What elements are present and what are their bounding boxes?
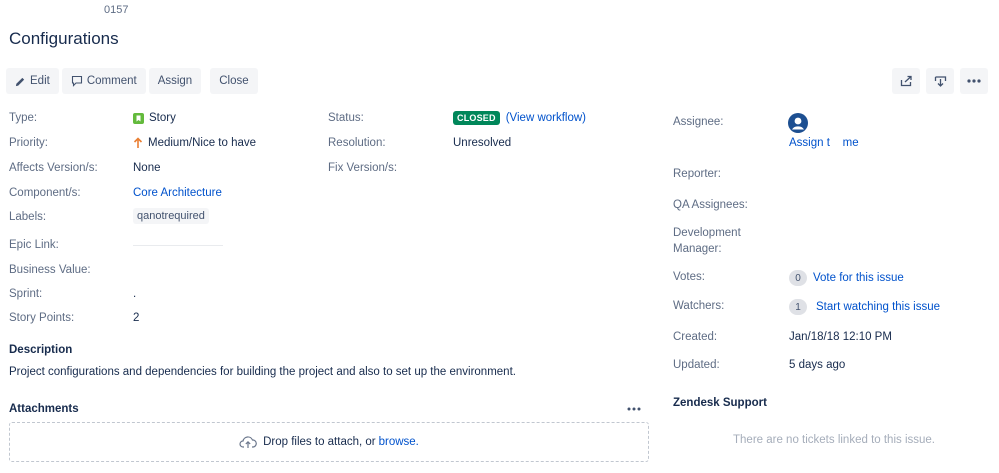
resolution-label: Resolution: [328,137,386,149]
description-text[interactable]: Project configurations and dependencies … [9,366,516,378]
watchers-label: Watchers: [673,300,725,312]
drop-text: Drop files to attach, or [263,436,376,448]
sprint-label: Sprint: [9,288,43,300]
status-lozenge: CLOSED [453,111,500,125]
comment-icon [71,75,82,87]
view-workflow-link[interactable]: (View workflow) [506,112,586,124]
sprint-value: . [133,288,137,300]
redacted-epic-link [133,245,223,246]
votes-count-badge: 0 [789,270,807,286]
more-icon [967,79,981,83]
status-value: CLOSED (View workflow) [453,111,586,125]
priority-text: Medium/Nice to have [148,137,257,149]
priority-value: Medium/Nice to have [133,137,256,149]
qa-assignees-label: QA Assignees: [673,199,748,211]
description-heading: Description [9,344,73,356]
updated-value: 5 days ago [789,359,846,371]
comment-button[interactable]: Comment [61,68,146,94]
affects-version-value: None [133,162,161,174]
avatar-icon [788,113,808,133]
issue-key[interactable]: 0157 [104,4,128,16]
component-label: Component/s: [9,187,81,199]
labels-value: qanotrequired [133,208,209,224]
comment-label: Comment [86,75,137,87]
assign-to-me-link[interactable]: Assign t me [789,137,859,149]
watchers-count-badge: 1 [789,299,807,315]
zendesk-heading: Zendesk Support [673,397,767,409]
cloud-upload-icon [239,436,257,448]
share-icon [900,75,912,87]
resolution-value: Unresolved [453,137,512,149]
assign-button[interactable]: Assign [148,68,202,94]
issue-title: Configurations [9,29,119,48]
labels-label: Labels: [9,211,47,223]
vote-link[interactable]: Vote for this issue [813,272,904,284]
reporter-label: Reporter: [673,168,721,180]
more-actions-button[interactable] [960,68,988,94]
attachments-heading: Attachments [9,403,79,415]
votes-value: 0 Vote for this issue [789,270,904,286]
zendesk-empty-message: There are no tickets linked to this issu… [733,434,935,446]
watchers-value: 1 Start watching this issue [789,299,940,315]
fix-version-label: Fix Version/s: [328,162,398,174]
browse-link[interactable]: browse. [379,436,419,448]
attachments-more-icon[interactable] [627,407,641,411]
share-button[interactable] [892,68,920,94]
export-icon [934,75,946,87]
updated-label: Updated: [673,359,720,371]
assign-label: Assign [157,75,193,87]
component-link[interactable]: Core Architecture [133,187,222,199]
attachment-dropzone[interactable]: Drop files to attach, or browse. [9,422,649,462]
type-label: Type: [9,112,38,124]
story-points-value: 2 [133,312,140,324]
business-value-label: Business Value: [9,264,91,276]
votes-label: Votes: [673,271,705,283]
edit-label: Edit [30,75,50,87]
export-button[interactable] [926,68,954,94]
development-manager-label-line2: Manager: [673,243,722,255]
priority-arrow-up-icon [133,137,143,148]
pencil-icon [15,77,25,86]
label-tag[interactable]: qanotrequired [133,208,209,224]
created-label: Created: [673,331,718,343]
affects-version-label: Affects Version/s: [9,162,98,174]
close-label: Close [219,75,249,87]
assignee-label: Assignee: [673,116,724,128]
status-label: Status: [328,112,364,124]
close-button[interactable]: Close [210,68,258,94]
story-icon [133,112,144,124]
edit-button[interactable]: Edit [6,68,59,94]
development-manager-label-line1: Development [673,227,741,239]
priority-label: Priority: [9,137,48,149]
story-points-label: Story Points: [9,312,75,324]
epic-link-label: Epic Link: [9,239,59,251]
type-text: Story [149,112,176,124]
issue-toolbar: Edit Comment Assign Close [6,68,261,94]
watch-link[interactable]: Start watching this issue [816,301,940,313]
type-value: Story [133,112,176,124]
created-value: Jan/18/18 12:10 PM [789,331,892,343]
